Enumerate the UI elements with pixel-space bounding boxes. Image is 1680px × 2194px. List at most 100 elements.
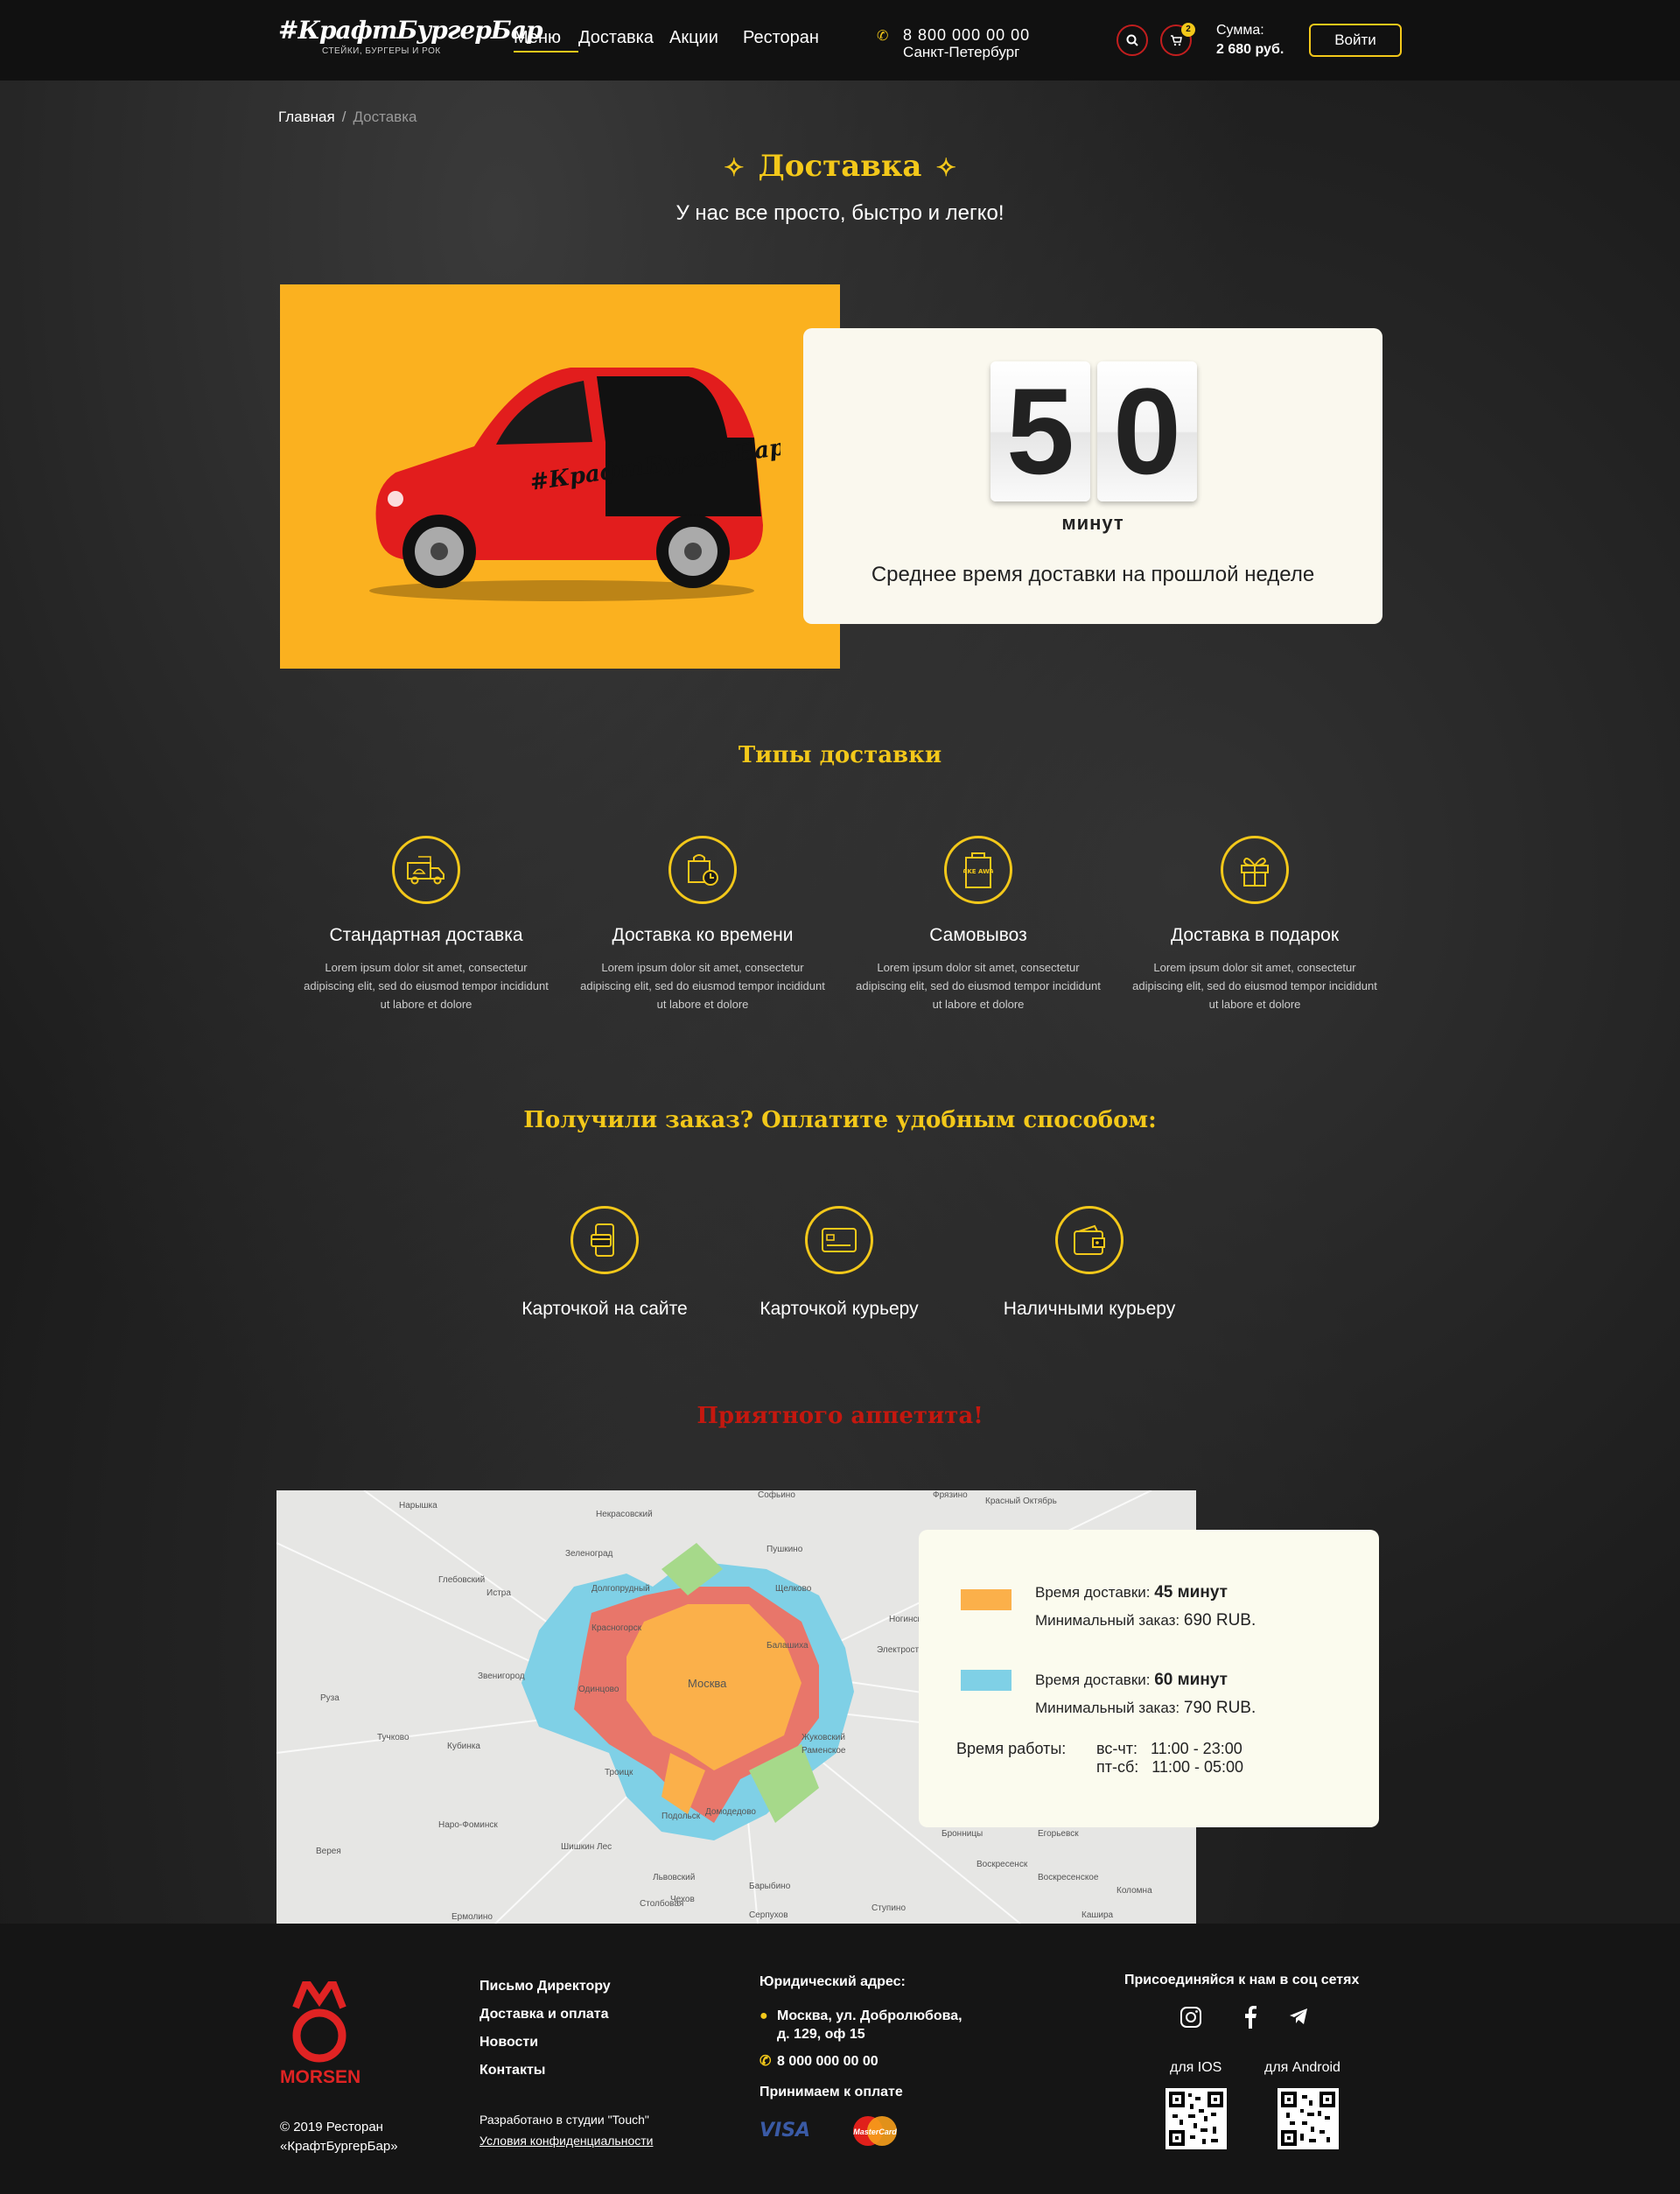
footer-link-director[interactable]: Письмо Директору bbox=[480, 1973, 611, 2001]
delivery-type-title: Самовывоз bbox=[929, 925, 1027, 945]
cart-sum-value: 2 680 руб. bbox=[1216, 42, 1284, 57]
map-label: Троицк bbox=[605, 1768, 634, 1777]
nav-promos[interactable]: Акции bbox=[669, 28, 743, 53]
studio-credit[interactable]: Разработано в студии "Touch" bbox=[480, 2109, 653, 2130]
footer-links: Письмо Директору Доставка и оплата Новос… bbox=[480, 1973, 611, 2085]
map-label: Долгопрудный bbox=[592, 1584, 650, 1594]
page-subtitle: У нас все просто, быстро и легко! bbox=[676, 201, 1004, 225]
map-label: Наро-Фоминск bbox=[438, 1820, 498, 1830]
delivery-type-desc: Lorem ipsum dolor sit amet, consectetur … bbox=[856, 961, 1101, 1011]
take-away-icon: TAKE AWAY bbox=[963, 852, 993, 888]
gift-icon bbox=[1241, 857, 1269, 887]
delivery-car-image: #КрафтБургерБар bbox=[280, 284, 840, 669]
nav-delivery[interactable]: Доставка bbox=[578, 28, 669, 53]
delivery-type-icon-wrap bbox=[668, 836, 737, 904]
breadcrumb: Главная / Доставка bbox=[278, 109, 416, 126]
privacy-link[interactable]: Условия конфиденциальности bbox=[480, 2130, 653, 2151]
social-label: Присоединяйся к нам в соц сетях bbox=[1124, 1973, 1360, 1987]
delivery-type-pickup[interactable]: TAKE AWAY Самовывоз Lorem ipsum dolor si… bbox=[856, 836, 1101, 1013]
footer-phone[interactable]: 8 000 000 00 00 bbox=[777, 2052, 962, 2071]
address-label: Юридический адрес: bbox=[760, 1974, 906, 1989]
zone-time-label: Время доставки: bbox=[1035, 1584, 1151, 1601]
counter-unit: минут bbox=[1061, 512, 1124, 534]
delivery-type-desc: Lorem ipsum dolor sit amet, consectetur … bbox=[580, 961, 825, 1011]
footer-address: Юридический адрес: ● Москва, ул. Добролю… bbox=[760, 1973, 962, 2071]
address-row: ● Москва, ул. Добролюбова, д. 129, оф 15 bbox=[760, 2007, 962, 2043]
telegram-link[interactable] bbox=[1285, 2006, 1312, 2032]
payment-title: Получили заказ? Оплатите удобным способо… bbox=[523, 1107, 1157, 1133]
qr-code-icon bbox=[1169, 2092, 1223, 2146]
delivery-type-gift[interactable]: Доставка в подарок Lorem ipsum dolor sit… bbox=[1132, 836, 1377, 1013]
footer-link-delivery[interactable]: Доставка и оплата bbox=[480, 2001, 611, 2029]
zone-min-value: 690 RUB. bbox=[1183, 1611, 1256, 1630]
payment-methods-label: Принимаем к оплате bbox=[760, 2085, 903, 2099]
login-button[interactable]: Войти bbox=[1309, 24, 1402, 57]
map-label: Воскресенск bbox=[976, 1860, 1028, 1869]
payment-cash-courier[interactable]: Наличными курьеру bbox=[976, 1206, 1203, 1320]
header-phone[interactable]: 8 800 000 00 00 bbox=[903, 26, 1030, 44]
clock-bag-icon bbox=[688, 854, 718, 886]
phone-icon: ✆ bbox=[877, 29, 889, 44]
nav-restaurant[interactable]: Ресторан bbox=[743, 28, 822, 53]
telegram-icon bbox=[1290, 2008, 1307, 2024]
page-title: ✧ Доставка ✧ bbox=[0, 149, 1680, 184]
payment-icon-wrap bbox=[1055, 1206, 1124, 1274]
footer-link-news[interactable]: Новости bbox=[480, 2029, 611, 2057]
map-label: Барыбино bbox=[749, 1881, 791, 1891]
map-label: Балашиха bbox=[766, 1641, 808, 1651]
delivery-type-desc: Lorem ipsum dolor sit amet, consectetur … bbox=[304, 961, 549, 1011]
map-label: Раменское bbox=[802, 1746, 846, 1756]
map-label: Коломна bbox=[1116, 1886, 1152, 1896]
payment-title-text: Наличными курьеру bbox=[1003, 1299, 1176, 1319]
map-label: Жуковский bbox=[802, 1733, 845, 1742]
map-label: Ступино bbox=[872, 1903, 906, 1913]
footer-logo[interactable]: MORSEN bbox=[280, 1973, 376, 2091]
morsen-logo-icon: MORSEN bbox=[280, 1973, 360, 2087]
facebook-link[interactable] bbox=[1237, 2006, 1264, 2032]
delivery-types-title: Типы доставки bbox=[738, 742, 942, 768]
nav-menu[interactable]: Меню bbox=[514, 28, 578, 53]
credit-card-icon bbox=[822, 1228, 857, 1252]
zone-60-info: Время доставки: 60 минут Минимальный зак… bbox=[1035, 1666, 1256, 1722]
payment-card-online[interactable]: Карточкой на сайте bbox=[491, 1206, 718, 1320]
ios-qr-code[interactable] bbox=[1166, 2088, 1227, 2149]
spark-icon: ✧ bbox=[724, 153, 745, 182]
payment-title-text: Карточкой на сайте bbox=[522, 1299, 688, 1319]
map-label: Бронницы bbox=[942, 1829, 983, 1839]
facebook-icon bbox=[1245, 2006, 1256, 2029]
footer-link-contacts[interactable]: Контакты bbox=[480, 2057, 611, 2085]
page: #КрафтБургерБар СТЕЙКИ, БУРГЕРЫ И РОК Ме… bbox=[0, 0, 1680, 2194]
map-label: Егорьевск bbox=[1038, 1829, 1079, 1839]
truck-icon bbox=[407, 856, 444, 885]
footer-brand: MORSEN bbox=[280, 2067, 360, 2086]
site-logo[interactable]: #КрафтБургерБар СТЕЙКИ, БУРГЕРЫ И РОК bbox=[278, 16, 543, 65]
map-label: Ногинск bbox=[889, 1615, 922, 1624]
map-label: Кубинка bbox=[447, 1741, 480, 1751]
map-label: Шишкин Лес bbox=[561, 1842, 612, 1852]
payment-card-courier[interactable]: Карточкой курьеру bbox=[725, 1206, 953, 1320]
map-label: Фрязино bbox=[933, 1490, 968, 1500]
city-selector[interactable]: Санкт-Петербург bbox=[903, 44, 1030, 61]
zone-45-swatch bbox=[961, 1589, 1012, 1610]
zone-45-info: Время доставки: 45 минут Минимальный зак… bbox=[1035, 1579, 1256, 1635]
zone-time-label: Время доставки: bbox=[1035, 1672, 1151, 1688]
qr-code-icon bbox=[1281, 2092, 1335, 2146]
map-label: Тучково bbox=[377, 1733, 410, 1742]
address-line: Москва, ул. Добролюбова, bbox=[777, 2008, 962, 2023]
address-line: д. 129, оф 15 bbox=[777, 2027, 865, 2042]
instagram-link[interactable] bbox=[1178, 2006, 1204, 2032]
search-button[interactable] bbox=[1116, 25, 1148, 56]
breadcrumb-home[interactable]: Главная bbox=[278, 109, 335, 125]
map-label: Подольск bbox=[662, 1812, 701, 1821]
android-qr-code[interactable] bbox=[1278, 2088, 1339, 2149]
footer-phone-row: ✆ 8 000 000 00 00 bbox=[760, 2052, 962, 2071]
delivery-type-title: Доставка ко времени bbox=[612, 925, 794, 945]
search-icon bbox=[1126, 34, 1138, 46]
delivery-type-timed[interactable]: Доставка ко времени Lorem ipsum dolor si… bbox=[580, 836, 825, 1013]
map-center-label: Москва bbox=[688, 1677, 727, 1690]
spark-icon: ✧ bbox=[935, 153, 956, 182]
map-label: Зеленоград bbox=[565, 1549, 613, 1559]
map-label: Глебовский bbox=[438, 1574, 485, 1585]
delivery-type-standard[interactable]: Стандартная доставка Lorem ipsum dolor s… bbox=[304, 836, 549, 1013]
cart-sum-label: Сумма: bbox=[1216, 23, 1264, 38]
